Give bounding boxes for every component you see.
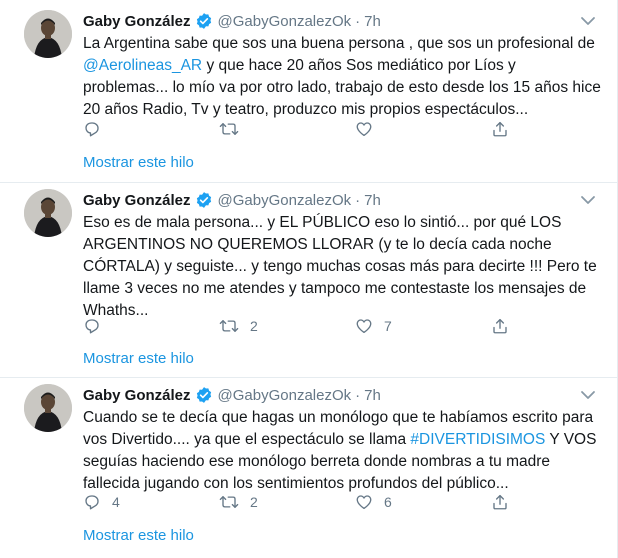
verified-badge-icon: [196, 13, 211, 29]
share-button[interactable]: [491, 119, 509, 139]
tweet-actions: 4 2 6: [83, 492, 513, 512]
tweet-text: Eso es de mala persona... y EL PÚBLICO e…: [83, 214, 597, 319]
timestamp[interactable]: 7h: [364, 192, 381, 209]
retweet-count: 2: [250, 318, 258, 334]
like-count: 6: [384, 494, 392, 510]
like-count: 7: [384, 318, 392, 334]
tweet-header: Gaby González @GabyGonzalezOk · 7h: [83, 384, 381, 406]
user-handle[interactable]: @GabyGonzalezOk: [218, 13, 352, 30]
reply-button[interactable]: [83, 119, 112, 139]
avatar[interactable]: [24, 384, 72, 432]
reply-icon: [85, 122, 99, 137]
retweet-count: 2: [250, 494, 258, 510]
tweet-header: Gaby González @GabyGonzalezOk · 7h: [83, 10, 381, 32]
tweet[interactable]: Gaby González @GabyGonzalezOk · 7h Eso e…: [0, 183, 617, 378]
reply-button[interactable]: 4: [83, 492, 120, 512]
heart-icon: [356, 122, 372, 137]
show-thread-link[interactable]: Mostrar este hilo: [83, 349, 194, 369]
user-handle[interactable]: @GabyGonzalezOk: [218, 192, 352, 209]
timestamp[interactable]: 7h: [364, 387, 381, 404]
tweet-actions: [83, 119, 513, 139]
tweet[interactable]: Gaby González @GabyGonzalezOk · 7h La Ar…: [0, 0, 617, 183]
tweet-text-part: La Argentina sabe que sos una buena pers…: [83, 35, 595, 52]
reply-button[interactable]: [83, 316, 112, 336]
tweet-text: La Argentina sabe que sos una buena pers…: [83, 33, 603, 121]
chevron-down-icon[interactable]: [579, 193, 597, 207]
retweet-icon: [219, 320, 239, 332]
user-handle[interactable]: @GabyGonzalezOk: [218, 387, 352, 404]
separator-dot: ·: [355, 191, 361, 209]
heart-icon: [356, 495, 372, 510]
share-icon: [493, 318, 507, 334]
retweet-button[interactable]: 2: [219, 492, 258, 512]
timestamp[interactable]: 7h: [364, 13, 381, 30]
like-button[interactable]: 6: [355, 492, 392, 512]
retweet-icon: [219, 123, 239, 135]
verified-badge-icon: [196, 387, 211, 403]
tweet-header: Gaby González @GabyGonzalezOk · 7h: [83, 189, 381, 211]
display-name[interactable]: Gaby González: [83, 192, 191, 209]
retweet-button[interactable]: 2: [219, 316, 258, 336]
tweet-actions: 2 7: [83, 316, 513, 336]
mention-link[interactable]: @Aerolineas_AR: [83, 57, 202, 74]
share-button[interactable]: [491, 492, 509, 512]
show-thread-link[interactable]: Mostrar este hilo: [83, 153, 194, 173]
retweet-button[interactable]: [219, 119, 250, 139]
tweet[interactable]: Gaby González @GabyGonzalezOk · 7h Cuand…: [0, 378, 617, 558]
reply-icon: [85, 319, 99, 334]
chevron-down-icon[interactable]: [579, 388, 597, 402]
verified-badge-icon: [196, 192, 211, 208]
retweet-icon: [219, 496, 239, 508]
avatar[interactable]: [24, 189, 72, 237]
reply-count: 4: [112, 494, 120, 510]
separator-dot: ·: [355, 386, 361, 404]
display-name[interactable]: Gaby González: [83, 387, 191, 404]
chevron-down-icon[interactable]: [579, 14, 597, 28]
share-icon: [493, 121, 507, 137]
share-button[interactable]: [491, 316, 509, 336]
heart-icon: [356, 319, 372, 334]
hashtag-link[interactable]: #DIVERTIDISIMOS: [410, 431, 545, 448]
display-name[interactable]: Gaby González: [83, 13, 191, 30]
tweet-text: Cuando se te decía que hagas un monólogo…: [83, 407, 603, 495]
reply-icon: [85, 495, 99, 510]
timeline-feed: Gaby González @GabyGonzalezOk · 7h La Ar…: [0, 0, 618, 558]
separator-dot: ·: [355, 12, 361, 30]
like-button[interactable]: 7: [355, 316, 392, 336]
show-thread-link[interactable]: Mostrar este hilo: [83, 526, 194, 546]
avatar[interactable]: [24, 10, 72, 58]
share-icon: [493, 494, 507, 510]
like-button[interactable]: [355, 119, 384, 139]
